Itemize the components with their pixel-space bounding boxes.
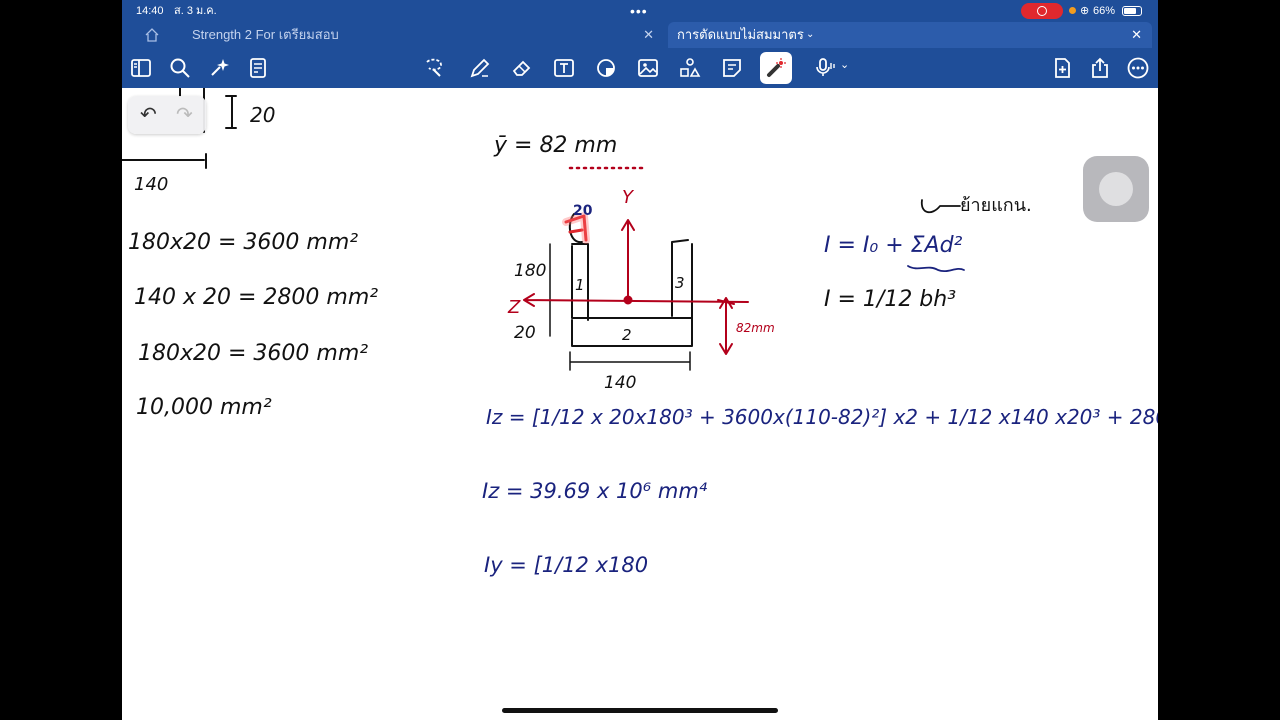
dim-82mm: 82mm: [736, 321, 775, 335]
sticky-note-icon: [723, 59, 741, 77]
total-area: 10,000 mm²: [136, 395, 272, 420]
area-2: 140 x 20 = 2800 mm²: [134, 285, 378, 310]
close-icon[interactable]: ✕: [643, 22, 654, 48]
shapes-tool[interactable]: [592, 54, 620, 82]
eraser-tool[interactable]: [508, 54, 536, 82]
dim-line-horizontal: [569, 351, 691, 371]
note-arrow: [920, 199, 961, 214]
laser-pointer-tool[interactable]: [760, 52, 792, 84]
ai-button[interactable]: [206, 54, 234, 82]
rect-inertia-formula: I = 1/12 bh³: [824, 287, 956, 312]
add-page-icon: [1055, 58, 1070, 78]
ipad-screen: 14:40 ส. 3 ม.ค. ••• ⊕ 66% Strength 2 For…: [122, 0, 1158, 720]
sticky-note-tool[interactable]: [718, 54, 746, 82]
elements-icon: [680, 58, 701, 77]
location-icon: [1069, 7, 1076, 14]
sparkle-icon: [211, 59, 229, 76]
part-1-label: 1: [575, 276, 585, 294]
text-tool[interactable]: [550, 54, 578, 82]
axis-z-label: Z: [507, 297, 521, 318]
axis-y-label: Y: [622, 187, 635, 208]
pen-tool[interactable]: [466, 54, 494, 82]
parallel-axis-formula: I = I₀ + ΣAd²: [824, 233, 963, 258]
note-canvas[interactable]: 20 140 180x20 = 3600 mm² 140 x 20 = 2800…: [122, 88, 1158, 720]
search-icon: [170, 58, 190, 78]
left-dim-140: 140: [134, 174, 168, 195]
elements-tool[interactable]: [676, 54, 704, 82]
mic-icon: [816, 58, 835, 76]
dim-top-20: 20: [573, 203, 593, 219]
dim-bottom-20: 20: [514, 323, 536, 343]
sidebar-icon: [131, 59, 151, 77]
dim-140: 140: [604, 373, 636, 393]
tab-label: การตัดแบบไม่สมมาตร: [677, 27, 804, 42]
chevron-down-icon[interactable]: ⌄: [806, 22, 814, 48]
status-time: 14:40: [136, 5, 164, 17]
image-tool[interactable]: [634, 54, 662, 82]
close-icon[interactable]: ✕: [1131, 22, 1142, 48]
iz-result: Iz = 39.69 x 10⁶ mm⁴: [482, 479, 708, 503]
eraser-icon: [512, 60, 531, 76]
status-date: ส. 3 ม.ค.: [174, 5, 217, 17]
iy-formula: Iy = [1/12 x180: [484, 553, 648, 577]
battery-icon: [1122, 6, 1142, 16]
part-2-label: 2: [622, 326, 632, 344]
formula-underline: [907, 265, 965, 273]
image-icon: [638, 59, 658, 77]
area-1: 180x20 = 3600 mm²: [128, 230, 358, 255]
home-indicator[interactable]: [502, 708, 778, 713]
notes-button[interactable]: [244, 54, 272, 82]
sidebar-button[interactable]: [127, 54, 155, 82]
more-icon: [1127, 57, 1149, 79]
mic-tool[interactable]: ⌄: [812, 54, 852, 82]
battery-percent: 66%: [1093, 5, 1116, 17]
iz-formula: Iz = [1/12 x 20x180³ + 3600x(110-82)²] x…: [486, 405, 1158, 429]
laser-pointer-icon: [767, 58, 786, 77]
app-header: 14:40 ส. 3 ม.ค. ••• ⊕ 66% Strength 2 For…: [122, 0, 1158, 88]
assistive-touch-button[interactable]: [1083, 156, 1149, 222]
redo-icon[interactable]: ↷: [176, 102, 193, 127]
part-3-label: 3: [675, 274, 685, 292]
pen-icon: [470, 58, 490, 78]
share-button[interactable]: [1086, 54, 1114, 82]
ybar-result: ȳ = 82 mm: [493, 133, 617, 158]
undo-redo-bar: ↶ ↷: [128, 96, 206, 134]
left-dim-20: 20: [250, 103, 275, 127]
centroid-axes: [523, 219, 749, 355]
dim-180: 180: [514, 261, 546, 281]
tab-label: Strength 2 For เตรียมสอบ: [192, 27, 339, 42]
text-box-icon: [554, 59, 574, 77]
add-page-button[interactable]: [1048, 54, 1076, 82]
tab-strength2[interactable]: Strength 2 For เตรียมสอบ ✕: [180, 22, 664, 48]
tab-home[interactable]: [122, 22, 180, 48]
search-button[interactable]: [166, 54, 194, 82]
lasso-icon: [426, 58, 442, 77]
undo-icon[interactable]: ↶: [140, 102, 157, 127]
thai-note: ย้ายแกน.: [960, 195, 1032, 216]
area-3: 180x20 = 3600 mm²: [138, 341, 368, 366]
more-button[interactable]: [1124, 54, 1152, 82]
shapes-icon: [597, 59, 615, 77]
notes-icon: [250, 58, 266, 78]
multitasking-dots-icon[interactable]: •••: [630, 0, 648, 22]
tab-active-document[interactable]: การตัดแบบไม่สมมาตร ⌄ ✕: [668, 22, 1152, 48]
chevron-down-icon: ⌄: [840, 59, 850, 71]
home-icon: [145, 28, 159, 42]
screen-recording-indicator[interactable]: [1021, 3, 1063, 19]
lasso-tool[interactable]: [420, 54, 448, 82]
share-icon: [1092, 57, 1108, 78]
orientation-lock-icon: ⊕: [1080, 5, 1090, 17]
